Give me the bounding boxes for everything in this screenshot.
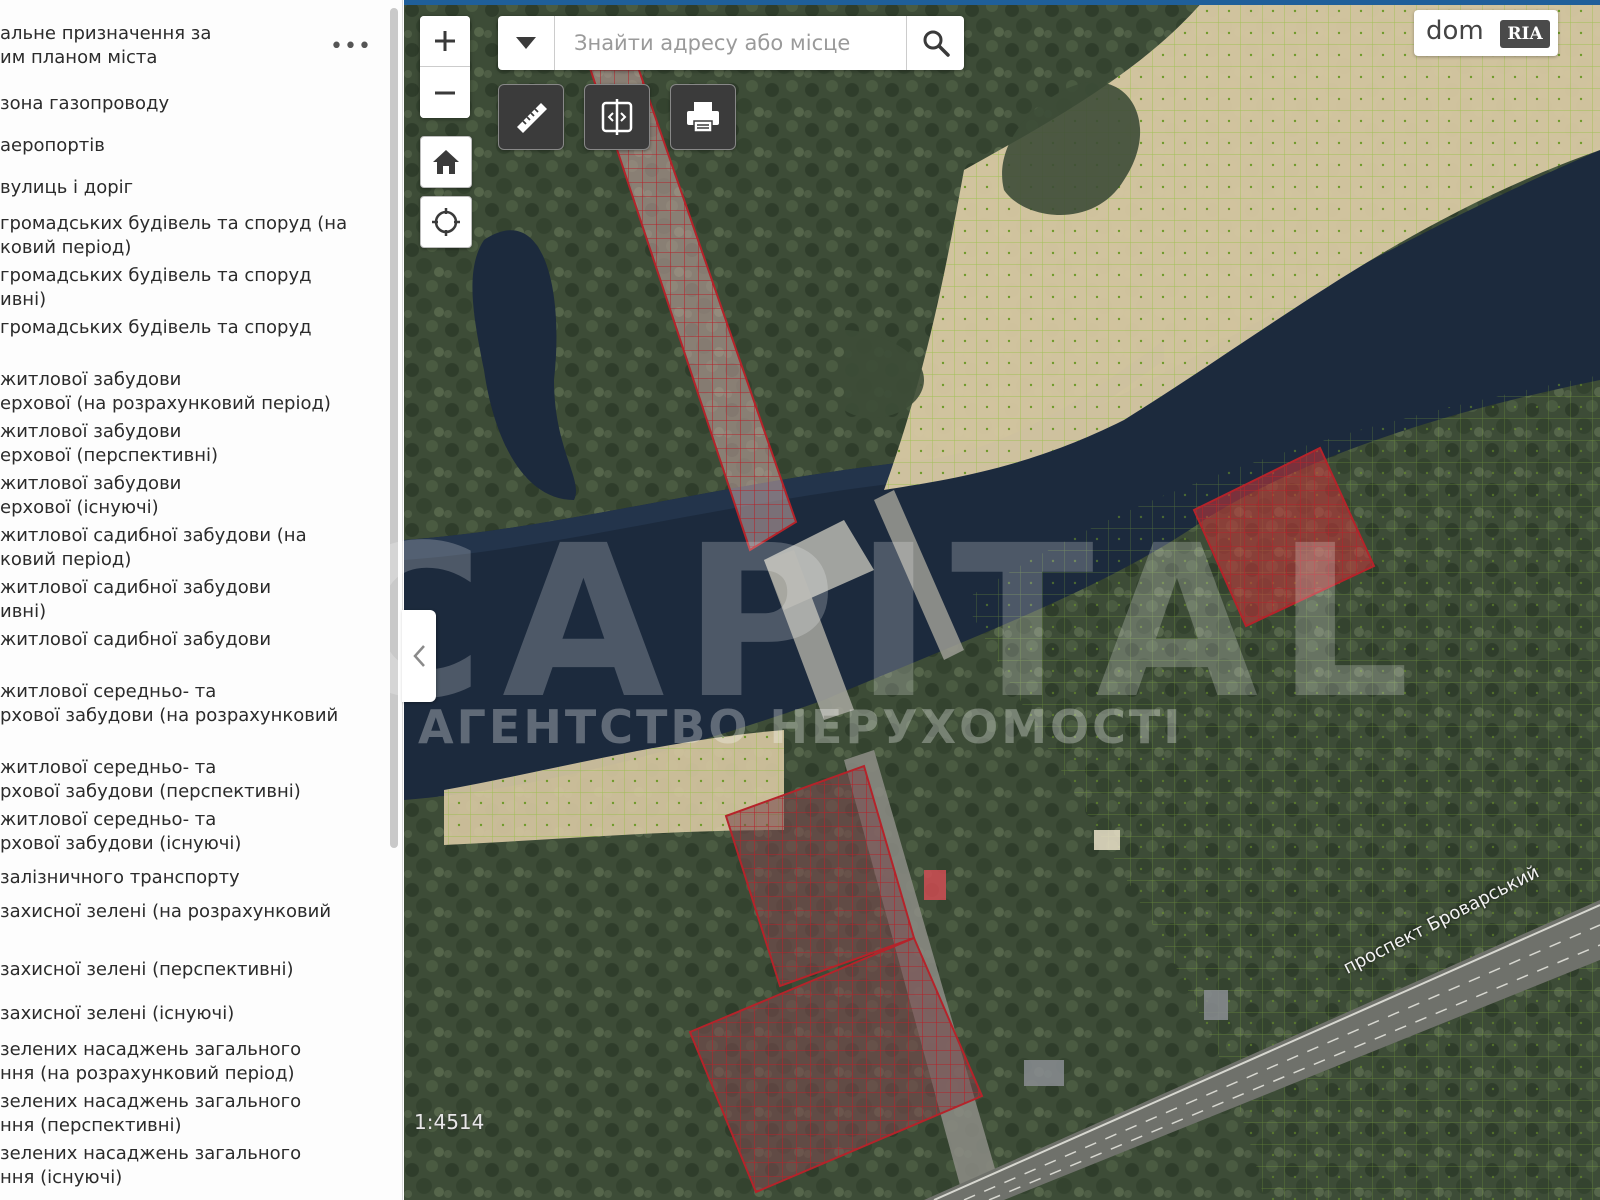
legend-item: захисної зелені (перспективні) [0, 959, 294, 980]
map-top-strip [404, 0, 1600, 5]
locate-button[interactable] [420, 196, 472, 248]
swipe-compare-icon [601, 99, 633, 135]
home-icon [433, 150, 459, 174]
legend-item: захисної зелені (на розрахунковий [0, 901, 332, 922]
search-source-dropdown[interactable] [498, 16, 555, 70]
legend-item: зелених насаджень загального ння (перспе… [0, 1091, 302, 1136]
search-input[interactable] [556, 16, 900, 70]
dom-ria-logo: dom RIA [1414, 10, 1558, 56]
legend-item: громадських будівель та споруд [0, 317, 312, 338]
building [924, 870, 946, 900]
more-options-icon[interactable]: ••• [330, 34, 372, 59]
search-button[interactable] [906, 16, 965, 70]
legend-item: зона газопроводу [0, 93, 170, 114]
legend-item: вулиць і доріг [0, 177, 134, 198]
legend-item: житлової забудови ерхової (перспективні) [0, 421, 218, 466]
building [1204, 990, 1228, 1020]
printer-icon [687, 102, 719, 133]
logo-ria-badge: RIA [1500, 20, 1550, 48]
legend-item: житлової середньо- та рхової забудови (н… [0, 681, 339, 726]
measure-button[interactable] [498, 84, 564, 150]
legend-item: громадських будівель та споруд ивні) [0, 265, 312, 310]
zoom-out-button[interactable] [420, 67, 470, 118]
legend-item: житлової забудови ерхової (на розрахунко… [0, 369, 331, 414]
legend-item: житлової садибної забудови [0, 629, 272, 650]
logo-dom-text: dom [1426, 16, 1484, 46]
legend-item: житлової садибної забудови (на ковий пер… [0, 525, 307, 570]
scale-label: 1:4514 [414, 1110, 485, 1134]
collapse-legend-button[interactable] [402, 610, 436, 702]
legend-item: житлової середньо- та рхової забудови (і… [0, 809, 242, 854]
legend-item: житлової середньо- та рхової забудови (п… [0, 757, 301, 802]
legend-item: громадських будівель та споруд (на ковий… [0, 213, 348, 258]
chevron-left-icon [413, 645, 425, 667]
legend-item: житлової забудови ерхової (існуючі) [0, 473, 182, 518]
home-button[interactable] [420, 136, 472, 188]
legend-item: зелених насаджень загального ння (існуюч… [0, 1143, 302, 1188]
plus-icon [435, 31, 455, 51]
building [1024, 1060, 1064, 1086]
ruler-icon [517, 103, 547, 133]
search-icon [923, 30, 950, 57]
building [1094, 830, 1120, 850]
watermark-subtitle: АГЕНТСТВО НЕРУХОМОСТІ [418, 700, 1184, 754]
legend-item: залізничного транспорту [0, 867, 240, 888]
print-button[interactable] [670, 84, 736, 150]
legend-item: аеропортів [0, 135, 105, 156]
locate-icon [432, 208, 460, 236]
legend-item: зелених насаджень загального ння (на роз… [0, 1039, 302, 1084]
zoom-control [420, 16, 470, 118]
chevron-down-icon [516, 37, 536, 49]
legend-item: захисної зелені (існуючі) [0, 1003, 235, 1024]
search-bar [498, 16, 964, 70]
swipe-button[interactable] [584, 84, 650, 150]
zoom-in-button[interactable] [420, 16, 470, 67]
minus-icon [435, 91, 455, 94]
legend-title: альне призначення за им планом міста [0, 23, 212, 68]
legend-item: житлової садибної забудови ивні) [0, 577, 272, 622]
